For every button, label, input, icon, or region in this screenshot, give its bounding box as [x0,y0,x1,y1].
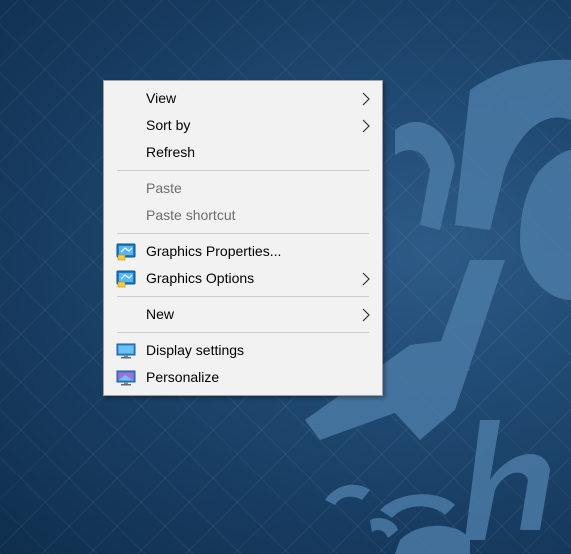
desktop-context-menu: View Sort by Refresh Paste Paste shortcu… [103,80,383,396]
menu-separator [117,170,369,171]
personalize-monitor-icon [116,370,136,386]
menu-item-personalize[interactable]: Personalize [104,364,382,391]
menu-item-label: Sort by [146,117,191,133]
desktop-background[interactable]: View Sort by Refresh Paste Paste shortcu… [0,0,571,554]
menu-item-label: Graphics Options [146,270,255,286]
chevron-right-icon [362,92,370,106]
menu-item-label: Graphics Properties... [146,243,282,259]
menu-item-graphics-properties[interactable]: Graphics Properties... [104,238,382,265]
menu-item-new[interactable]: New [104,301,382,328]
menu-item-sort-by[interactable]: Sort by [104,112,382,139]
chevron-right-icon [362,119,370,133]
menu-item-label: Paste [146,180,182,196]
menu-item-paste: Paste [104,175,382,202]
menu-item-label: Personalize [146,369,220,385]
menu-item-refresh[interactable]: Refresh [104,139,382,166]
menu-item-label: New [146,306,175,322]
chevron-right-icon [362,272,370,286]
menu-separator [117,233,369,234]
menu-item-view[interactable]: View [104,85,382,112]
monitor-icon [116,343,136,359]
menu-separator [117,296,369,297]
chevron-right-icon [362,308,370,322]
menu-item-label: Refresh [146,144,196,160]
menu-item-label: Display settings [146,342,245,358]
intel-graphics-icon [116,243,136,261]
menu-separator [117,332,369,333]
menu-item-paste-shortcut: Paste shortcut [104,202,382,229]
menu-item-label: Paste shortcut [146,207,236,223]
menu-item-display-settings[interactable]: Display settings [104,337,382,364]
intel-graphics-icon [116,270,136,288]
menu-item-graphics-options[interactable]: Graphics Options [104,265,382,292]
menu-item-label: View [146,90,177,106]
